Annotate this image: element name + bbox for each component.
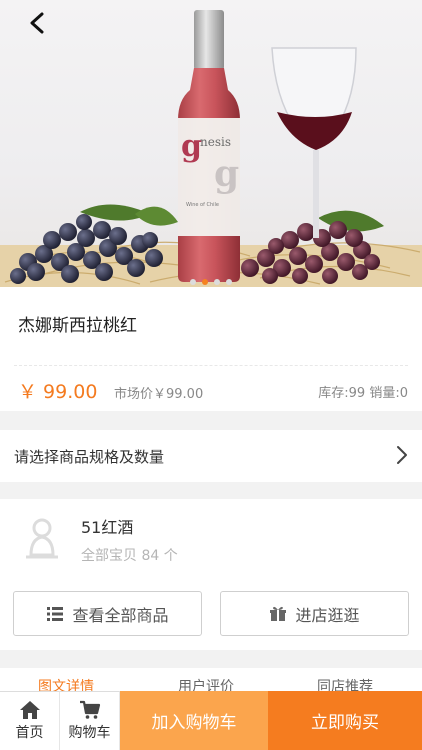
carousel-dot[interactable] xyxy=(226,279,232,285)
carousel-dot[interactable] xyxy=(214,279,220,285)
shop-name: 51红酒 xyxy=(81,518,134,537)
stock-and-sales: 库存:99 销量:0 xyxy=(318,386,408,401)
gift-icon xyxy=(270,606,287,621)
view-all-products-button[interactable]: 查看全部商品 xyxy=(13,591,202,636)
divider xyxy=(14,365,408,366)
carousel-indicators xyxy=(0,279,422,285)
buy-now-button[interactable]: 立即购买 xyxy=(268,691,422,750)
add-to-cart-button[interactable]: 加入购物车 xyxy=(120,691,268,750)
spec-selector[interactable]: 请选择商品规格及数量 xyxy=(0,430,422,482)
product-price: ￥ 99.00 xyxy=(18,381,98,403)
spec-selector-label: 请选择商品规格及数量 xyxy=(14,448,165,466)
enter-store-button[interactable]: 进店逛逛 xyxy=(220,591,409,636)
chevron-right-icon xyxy=(397,446,407,464)
back-button[interactable] xyxy=(22,8,52,38)
svg-text:Wine of Chile: Wine of Chile xyxy=(186,202,219,208)
home-label: 首页 xyxy=(15,725,44,741)
home-icon xyxy=(19,701,40,719)
cart-button[interactable]: 购物车 xyxy=(60,691,120,750)
wine-bottle-photo: g nesis g Wine of Chile xyxy=(0,10,422,287)
carousel-dot-active[interactable] xyxy=(202,279,208,285)
bottom-action-bar: 首页 购物车 加入购物车 立即购买 xyxy=(0,691,422,750)
view-all-products-label: 查看全部商品 xyxy=(72,605,169,625)
chevron-left-icon xyxy=(30,12,44,34)
product-title: 杰娜斯西拉桃红 xyxy=(18,316,137,336)
svg-text:nesis: nesis xyxy=(200,135,231,149)
product-detail-screen: g nesis g Wine of Chile 杰娜斯西拉桃红 ￥ 99.00 … xyxy=(0,0,422,750)
shop-logo-icon xyxy=(26,518,58,559)
product-image-carousel[interactable]: g nesis g Wine of Chile xyxy=(0,0,422,287)
list-icon xyxy=(47,606,64,621)
shop-card: 51红酒 全部宝贝 84 个 查看全部商品 进店逛逛 xyxy=(0,499,422,650)
enter-store-label: 进店逛逛 xyxy=(295,605,360,625)
svg-text:g: g xyxy=(214,153,239,195)
svg-text:g: g xyxy=(181,129,202,164)
shopping-cart-icon xyxy=(79,700,100,719)
cart-label: 购物车 xyxy=(68,725,111,741)
shop-items-count: 全部宝贝 84 个 xyxy=(81,548,178,564)
home-button[interactable]: 首页 xyxy=(0,691,60,750)
carousel-dot[interactable] xyxy=(190,279,196,285)
product-info: 杰娜斯西拉桃红 ￥ 99.00 市场价￥99.00 库存:99 销量:0 xyxy=(0,287,422,411)
market-price: 市场价￥99.00 xyxy=(114,387,204,402)
